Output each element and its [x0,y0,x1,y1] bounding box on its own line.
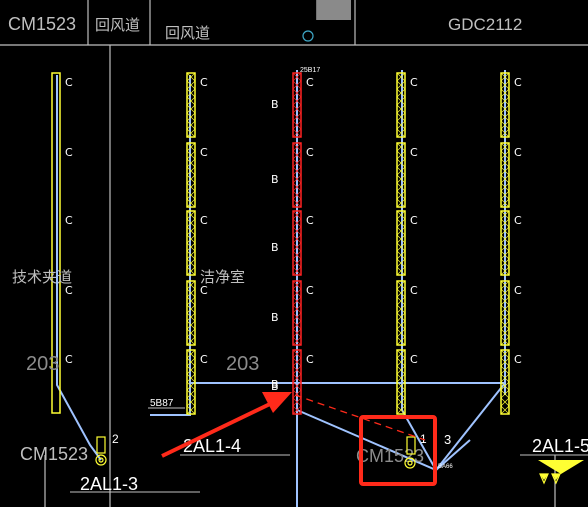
fixture-type-label: C [410,284,418,297]
grid-marker-icon [302,30,314,42]
fixture-type-label: C [65,76,73,89]
fixture-type-label: C [514,146,522,159]
fixture-circuit-label: B [271,98,279,111]
room-label-left: 技术夹道 [12,268,72,286]
fixture-type-label: C [306,214,314,227]
wall-lines [0,0,588,507]
fixture-type-label: C [65,214,73,227]
fixture-type-label: C [514,76,522,89]
door-label-top-left: CM1523 [8,14,76,34]
fixture-layer: CCCCCCCCCCCCBCBCBCBBBCCCCCCCCCC [51,72,522,415]
circuit-tag-top: 25B17 [300,67,320,74]
fixture-type-label: C [200,146,208,159]
fixture-type-label: C [514,284,522,297]
duct-label-1: 回风道 [95,16,140,34]
fixture-type-label: C [306,353,314,366]
cad-drawing-canvas[interactable]: CCCCCCCCCCCCBCBCBCBBBCCCCCCCCCC CM1523 回… [0,0,588,507]
circuit-label-3: 2AL1-5 [532,436,588,456]
circuit-label-1: 2AL1-4 [183,436,241,456]
fixture-circuit-label: B [271,241,279,254]
switch-icon [95,436,107,466]
door-label-bottom-left: CM1523 [20,444,88,464]
fixture-type-label: C [514,353,522,366]
wire-length-label: 5B87 [150,398,174,409]
room-number-mid: 203 [226,353,259,375]
room-label-mid: 洁净室 [200,268,245,286]
fixture-circuit-label: B [271,378,279,391]
fixture-type-label: C [306,76,314,89]
fixture-type-label: C [306,284,314,297]
roof-opening [317,0,351,20]
door-label-bottom-mid: CM1523 [356,446,424,466]
fixture-type-label: C [306,146,314,159]
room-number-left: 203 [26,353,59,375]
door-label-top-right: GDC2112 [448,15,522,34]
fixture-circuit-label: B [271,311,279,324]
fixture-type-label: C [200,214,208,227]
small-tag: BA66 [438,464,453,470]
fixture-type-label: C [410,76,418,89]
fixture-type-label: C [200,76,208,89]
fixture-type-label: C [410,146,418,159]
fixture-type-label: C [65,146,73,159]
fixture-type-label: C [410,214,418,227]
distribution-box-icon [538,460,584,485]
wiring [56,70,506,507]
switch-number-3: 3 [444,432,451,447]
circuit-label-2: 2AL1-3 [80,474,138,494]
fixture-type-label: C [410,353,418,366]
leader-lines [70,407,588,493]
fixture-type-label: C [514,214,522,227]
switch-number-1: 2 [112,432,119,446]
fixture-type-label: C [65,353,73,366]
fixture-circuit-label: B [271,173,279,186]
duct-label-2: 回风道 [165,24,210,42]
fixture-type-label: C [200,353,208,366]
